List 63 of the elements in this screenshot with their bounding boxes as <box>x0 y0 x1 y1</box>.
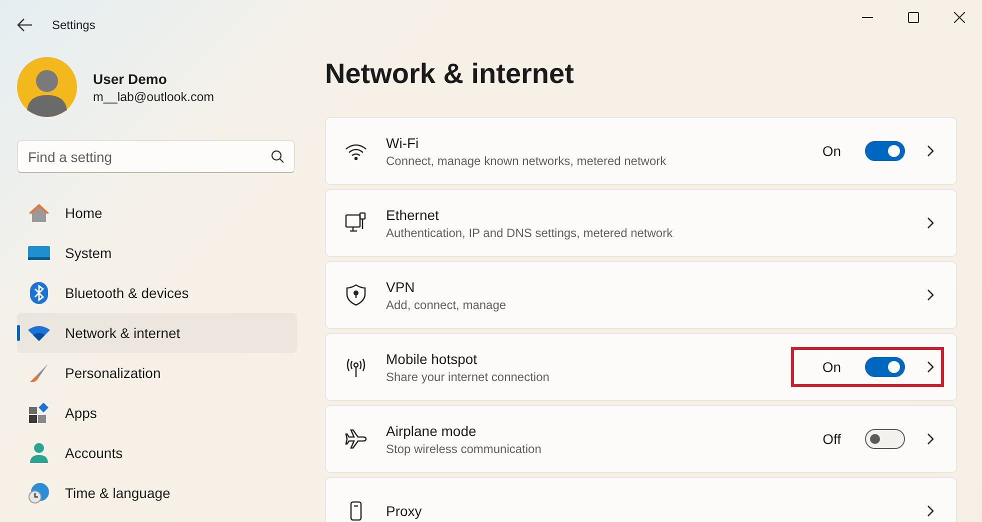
bluetooth-icon <box>30 282 48 304</box>
page-title: Network & internet <box>325 58 575 91</box>
sidebar-item[interactable]: System <box>17 233 297 273</box>
toggle-switch[interactable] <box>865 357 905 377</box>
sidebar-item[interactable]: Accounts <box>17 433 297 473</box>
minimize-icon <box>862 16 872 18</box>
toggle-state-label: On <box>822 359 841 375</box>
sidebar-item[interactable]: Home <box>17 193 297 233</box>
airplane-icon <box>345 428 367 450</box>
toggle-switch[interactable] <box>865 429 905 449</box>
card-description: Share your internet connection <box>386 370 550 384</box>
monitor-icon <box>28 245 50 261</box>
card-title: VPN <box>386 278 416 294</box>
wifi-icon <box>345 142 367 160</box>
settings-card[interactable]: Wi-Fi Connect, manage known networks, metered network On <box>325 117 957 185</box>
selection-indicator <box>17 325 20 341</box>
antenna-icon <box>345 356 367 378</box>
paintbrush-icon <box>29 363 49 383</box>
window-title: Settings <box>52 18 96 32</box>
toggle-switch[interactable] <box>865 141 905 161</box>
ethernet-monitor-icon <box>345 212 367 234</box>
search-icon <box>271 150 284 163</box>
house-icon <box>28 203 50 223</box>
card-title: Wi-Fi <box>386 134 420 150</box>
user-name: User Demo <box>93 70 168 86</box>
avatar-silhouette <box>17 57 77 117</box>
globe-clock-icon <box>28 482 50 504</box>
toggle-state-label: Off <box>822 431 841 447</box>
settings-card[interactable]: Ethernet Authentication, IP and DNS settings, metered network <box>325 189 957 257</box>
shield-icon <box>346 284 366 306</box>
chevron-right-icon <box>925 360 935 374</box>
chevron-right-icon <box>925 288 935 302</box>
person-icon <box>29 442 49 464</box>
toggle-state-label: On <box>822 143 841 159</box>
sidebar-item[interactable]: Bluetooth & devices <box>17 273 297 313</box>
chevron-right-icon <box>925 432 935 446</box>
sidebar-item[interactable]: Network & internet <box>17 313 297 353</box>
settings-card[interactable]: Airplane mode Stop wireless communication Off <box>325 405 957 473</box>
card-description: Add, connect, manage <box>386 298 508 312</box>
card-title: Ethernet <box>386 206 440 222</box>
card-title: Mobile hotspot <box>386 350 478 366</box>
chevron-right-icon <box>925 504 935 518</box>
apps-icon <box>29 403 49 423</box>
sidebar-item[interactable]: Time & language <box>17 473 297 513</box>
card-description: Stop wireless communication <box>386 442 542 456</box>
card-description: Authentication, IP and DNS settings, metered network <box>386 226 674 240</box>
close-icon <box>954 12 964 22</box>
settings-card[interactable]: Proxy <box>325 477 957 522</box>
chevron-right-icon <box>925 144 935 158</box>
chevron-right-icon <box>925 216 935 230</box>
maximize-icon <box>908 12 918 22</box>
phone-icon <box>350 501 362 521</box>
wifi-icon <box>28 325 50 341</box>
card-title: Proxy <box>386 503 423 519</box>
card-title: Airplane mode <box>386 422 478 438</box>
sidebar-item[interactable]: Personalization <box>17 353 297 393</box>
back-arrow-icon[interactable] <box>16 16 34 34</box>
card-description: Connect, manage known networks, metered network <box>386 154 668 168</box>
settings-card[interactable]: Mobile hotspot Share your internet connection On <box>325 333 957 401</box>
settings-card[interactable]: VPN Add, connect, manage <box>325 261 957 329</box>
sidebar-item[interactable]: Apps <box>17 393 297 433</box>
search-field[interactable]: Find a setting <box>17 140 295 173</box>
user-email: m__lab@outlook.com <box>93 90 214 104</box>
